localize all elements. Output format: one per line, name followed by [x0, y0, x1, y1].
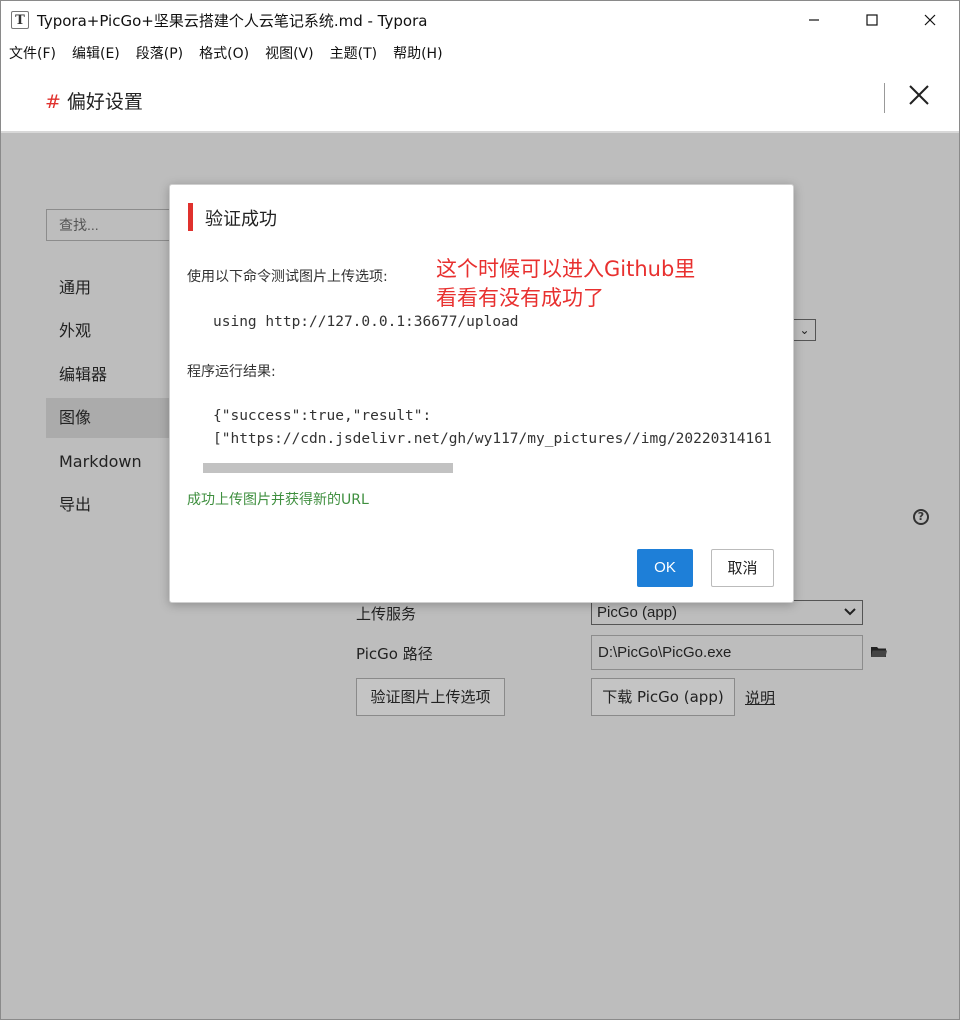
folder-icon[interactable]: [871, 646, 887, 658]
preferences-title-text: 偏好设置: [66, 91, 143, 113]
menu-bar: 文件(F) 编辑(E) 段落(P) 格式(O) 视图(V) 主题(T) 帮助(H…: [1, 39, 959, 67]
hash-icon: #: [45, 91, 61, 113]
menu-format[interactable]: 格式(O): [199, 43, 249, 63]
title-bar: T Typora+PicGo+坚果云搭建个人云笔记系统.md - Typora: [1, 1, 959, 39]
window-title: Typora+PicGo+坚果云搭建个人云笔记系统.md - Typora: [37, 11, 428, 30]
window-close-button[interactable]: [901, 1, 959, 39]
menu-view[interactable]: 视图(V): [265, 43, 314, 63]
chevron-down-icon: ⌄: [799, 323, 810, 337]
window-controls: [785, 1, 959, 39]
header-divider: [884, 83, 885, 113]
upload-service-value: PicGo (app): [597, 604, 678, 621]
result-line-2: ["https://cdn.jsdelivr.net/gh/wy117/my_p…: [213, 431, 772, 447]
red-annotation: 这个时候可以进入Github里 看看有没有成功了: [436, 255, 695, 313]
menu-edit[interactable]: 编辑(E): [72, 43, 120, 63]
minimize-icon: [809, 19, 819, 21]
verify-success-dialog: 验证成功 使用以下命令测试图片上传选项: 这个时候可以进入Github里 看看有…: [169, 184, 794, 603]
close-icon: [909, 85, 929, 105]
success-message: 成功上传图片并获得新的URL: [187, 492, 369, 508]
sidebar-item-markdown[interactable]: Markdown: [46, 442, 172, 482]
chevron-down-icon: [844, 601, 856, 631]
result-label: 程序运行结果:: [187, 364, 276, 380]
menu-theme[interactable]: 主题(T): [330, 43, 377, 63]
result-line-1: {"success":true,"result":: [213, 408, 432, 424]
sidebar-item-image[interactable]: 图像: [46, 398, 172, 438]
settings-search-input[interactable]: 查找...: [46, 209, 172, 241]
annotation-line-2: 看看有没有成功了: [436, 286, 604, 310]
close-icon: [924, 14, 936, 26]
cancel-button[interactable]: 取消: [711, 549, 774, 587]
preferences-header: # 偏好设置: [1, 67, 959, 133]
upload-service-select[interactable]: PicGo (app): [591, 600, 863, 625]
dialog-accent-bar: [188, 203, 193, 231]
dialog-intro-text: 使用以下命令测试图片上传选项:: [187, 269, 388, 285]
preferences-title: # 偏好设置: [45, 87, 143, 114]
download-picgo-button[interactable]: 下载 PicGo (app): [591, 678, 735, 716]
menu-help[interactable]: 帮助(H): [393, 43, 442, 63]
preferences-close-button[interactable]: [905, 81, 933, 109]
maximize-icon: [866, 14, 878, 26]
typora-window: T Typora+PicGo+坚果云搭建个人云笔记系统.md - Typora …: [0, 0, 960, 1020]
image-action-select[interactable]: ⌄: [793, 319, 816, 341]
sidebar-item-editor[interactable]: 编辑器: [46, 355, 172, 395]
sidebar-item-general[interactable]: 通用: [46, 268, 172, 308]
menu-file[interactable]: 文件(F): [9, 43, 56, 63]
picgo-path-label: PicGo 路径: [356, 645, 433, 663]
help-icon[interactable]: ?: [913, 509, 929, 525]
typora-app-icon: T: [11, 11, 29, 29]
maximize-button[interactable]: [843, 1, 901, 39]
result-horizontal-scrollbar[interactable]: [203, 463, 453, 473]
sidebar-item-appearance[interactable]: 外观: [46, 311, 172, 351]
picgo-path-input[interactable]: D:\PicGo\PicGo.exe: [591, 635, 863, 670]
upload-service-label: 上传服务: [356, 605, 417, 623]
minimize-button[interactable]: [785, 1, 843, 39]
verify-upload-button[interactable]: 验证图片上传选项: [356, 678, 505, 716]
annotation-line-1: 这个时候可以进入Github里: [436, 257, 696, 281]
sidebar-item-export[interactable]: 导出: [46, 485, 172, 525]
ok-button[interactable]: OK: [637, 549, 693, 587]
upload-command: using http://127.0.0.1:36677/upload: [213, 314, 519, 330]
menu-paragraph[interactable]: 段落(P): [136, 43, 183, 63]
dialog-title: 验证成功: [205, 209, 277, 230]
help-link[interactable]: 说明: [745, 687, 775, 708]
